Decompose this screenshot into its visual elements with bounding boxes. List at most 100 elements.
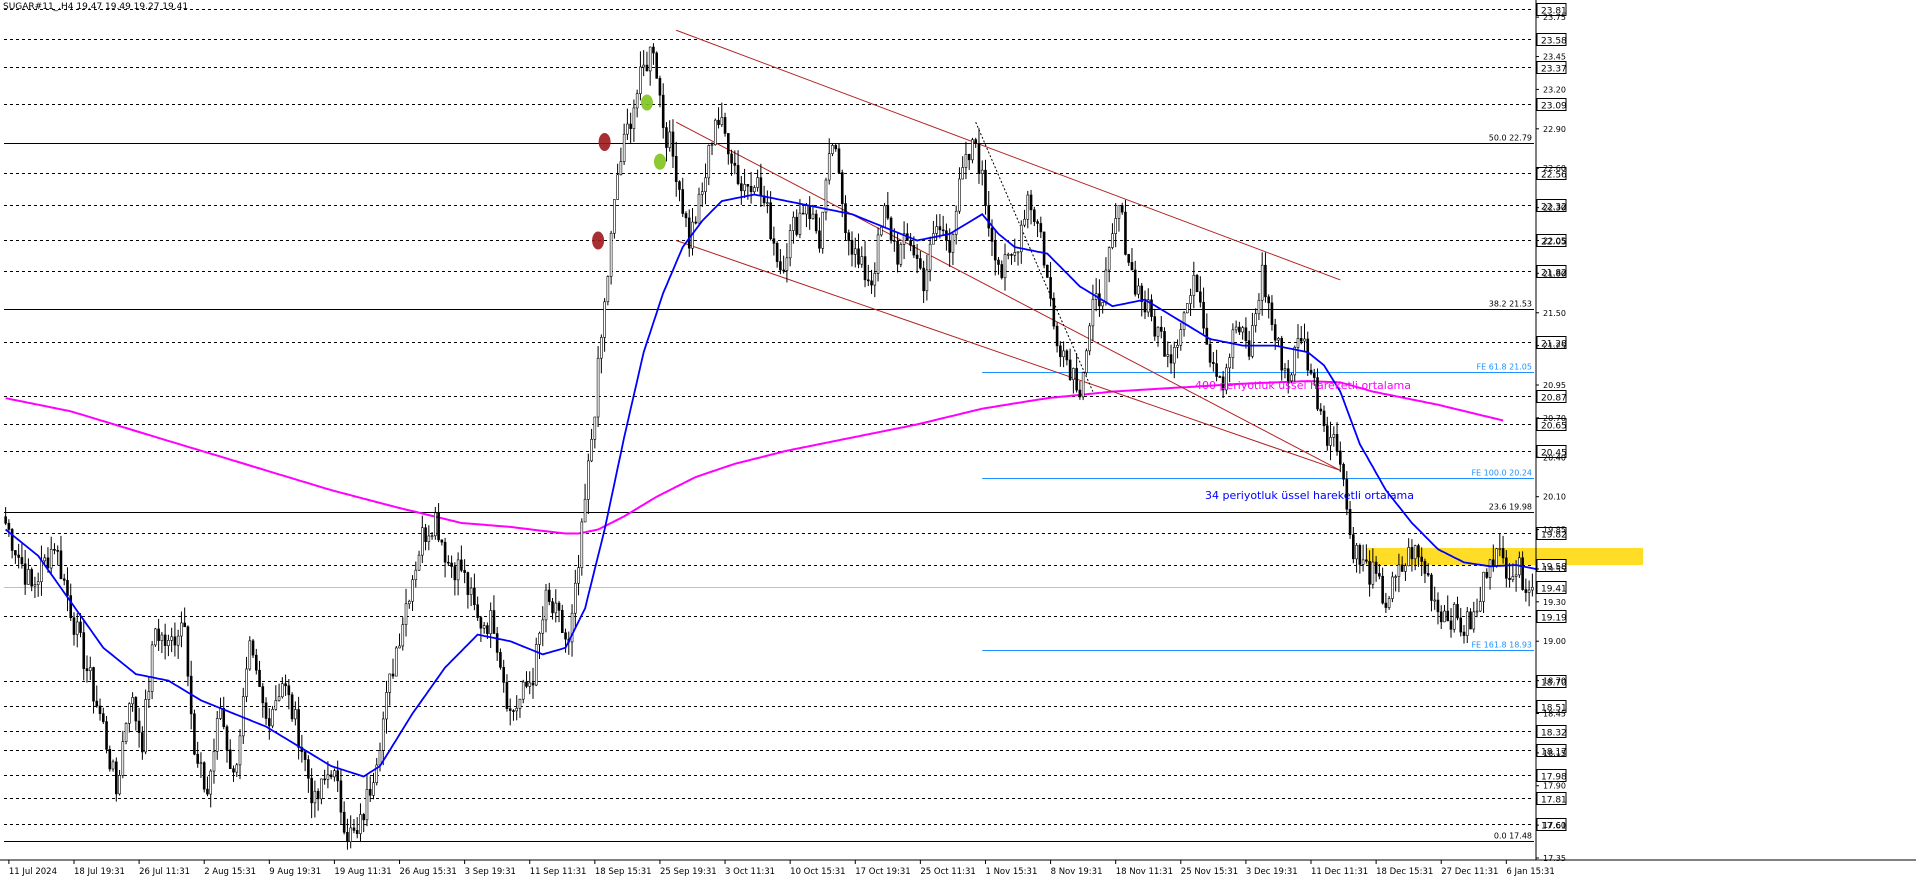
candle-body xyxy=(700,191,704,195)
candle-body xyxy=(271,709,274,727)
candle-body xyxy=(704,177,707,192)
candle-body xyxy=(538,632,541,645)
candle-body xyxy=(1137,285,1140,295)
candle-body xyxy=(1280,338,1284,371)
candle-body xyxy=(984,169,987,206)
price-level-lines xyxy=(4,9,1534,842)
time-tick-label: 25 Nov 15:31 xyxy=(1181,867,1238,877)
candle-body xyxy=(577,567,580,584)
candle-body xyxy=(466,572,470,595)
candle-body xyxy=(564,632,567,640)
time-tick-label: 10 Oct 15:31 xyxy=(790,867,845,877)
candle-body xyxy=(66,580,69,596)
candle-body xyxy=(948,240,951,253)
candle-body xyxy=(1055,325,1059,347)
candle-body xyxy=(359,814,362,834)
time-axis[interactable]: 11 Jul 2024 18 Jul 19:31 26 Jul 11:31 2 Aug… xyxy=(0,859,1916,877)
candle-body xyxy=(1212,362,1215,364)
candle-body xyxy=(1342,464,1345,480)
candle-body xyxy=(4,516,7,524)
candle-body xyxy=(661,94,665,128)
candle-body xyxy=(652,46,655,54)
candle-body xyxy=(1010,254,1013,256)
candle-body xyxy=(1498,548,1502,550)
candle-body xyxy=(1114,218,1117,235)
candle-body xyxy=(329,774,333,778)
price-tick-label: 20.95 xyxy=(1543,381,1566,390)
time-tick-label: 19 Aug 11:31 xyxy=(334,867,391,877)
candle-body xyxy=(1394,576,1397,578)
candle-body xyxy=(69,595,73,619)
candle-body xyxy=(1404,565,1407,572)
candle-body xyxy=(1273,324,1277,341)
candle-body xyxy=(850,240,854,255)
candle-body xyxy=(1329,437,1332,446)
candle-body xyxy=(1033,209,1036,222)
price-chart[interactable]: 50.0 22.79 38.2 21.53 23.6 19.98 0.0 17.48 F… xyxy=(0,0,1916,888)
candle-body xyxy=(990,227,994,242)
price-tick-label: 21.80 xyxy=(1543,269,1566,278)
candle-body xyxy=(414,569,418,580)
candle-body xyxy=(320,778,323,800)
candle-body xyxy=(394,647,398,677)
level-label: 20.87 xyxy=(1541,394,1567,404)
time-tick-label: 6 Jan 15:31 xyxy=(1506,867,1554,877)
candle-body xyxy=(639,66,642,94)
candle-body xyxy=(82,632,86,669)
candle-body xyxy=(1075,368,1078,391)
candle-body xyxy=(788,230,792,259)
candle-body xyxy=(525,681,528,687)
candle-body xyxy=(424,527,427,542)
candle-body xyxy=(642,64,645,68)
candle-body xyxy=(713,119,717,145)
candle-body xyxy=(1000,264,1004,279)
candle-body xyxy=(512,710,515,712)
chart-area[interactable]: 50.0 22.79 38.2 21.53 23.6 19.98 0.0 17.48 F… xyxy=(0,0,1916,888)
candle-body xyxy=(785,257,789,271)
candle-body xyxy=(671,131,675,157)
candle-body xyxy=(531,682,535,686)
candle-body xyxy=(1107,247,1111,271)
candle-body xyxy=(209,770,213,795)
candle-body xyxy=(587,460,590,500)
candle-body xyxy=(398,645,401,649)
candle-body xyxy=(1026,194,1030,220)
fib-retracement-label: 50.0 22.79 xyxy=(1489,134,1532,143)
candle-body xyxy=(971,139,974,161)
fib-retracement-label: 23.6 19.98 xyxy=(1489,503,1532,512)
candle-body xyxy=(1312,372,1316,378)
red-marker xyxy=(598,132,611,151)
candle-body xyxy=(1130,262,1134,271)
candle-body xyxy=(753,187,756,193)
candle-body xyxy=(1085,350,1088,373)
candle-body xyxy=(62,578,66,581)
price-tick-label: 18.15 xyxy=(1543,749,1566,758)
candle-body xyxy=(290,694,294,720)
candle-body xyxy=(717,119,720,125)
candle-body xyxy=(1361,559,1365,565)
candle-body xyxy=(349,827,352,843)
candle-body xyxy=(681,189,685,214)
candle-body xyxy=(144,699,147,753)
candle-body xyxy=(346,832,349,843)
candle-body xyxy=(1153,316,1157,337)
ema34-annotation: 34 periyotluk üssel hareketli ortalama xyxy=(1205,489,1414,502)
fib-retracement-label: 0.0 17.48 xyxy=(1494,832,1532,841)
candle-body xyxy=(1378,573,1381,577)
price-tick-label: 19.55 xyxy=(1543,565,1566,574)
candle-body xyxy=(92,667,95,702)
candle-body xyxy=(1091,299,1095,327)
candle-body xyxy=(866,279,870,282)
candle-body xyxy=(460,559,463,571)
candle-body xyxy=(258,669,261,687)
candle-body xyxy=(495,633,499,653)
candle-body xyxy=(964,154,968,168)
candle-body xyxy=(108,749,112,770)
candle-body xyxy=(326,774,330,780)
time-tick-label: 26 Aug 15:31 xyxy=(400,867,457,877)
candle-body xyxy=(492,610,496,634)
candle-body xyxy=(160,634,164,641)
candle-body xyxy=(407,600,411,605)
candle-body xyxy=(665,127,668,148)
price-axis[interactable]: 23.8123.5823.3723.0922.5622.3222.0521.82… xyxy=(1535,0,1567,863)
